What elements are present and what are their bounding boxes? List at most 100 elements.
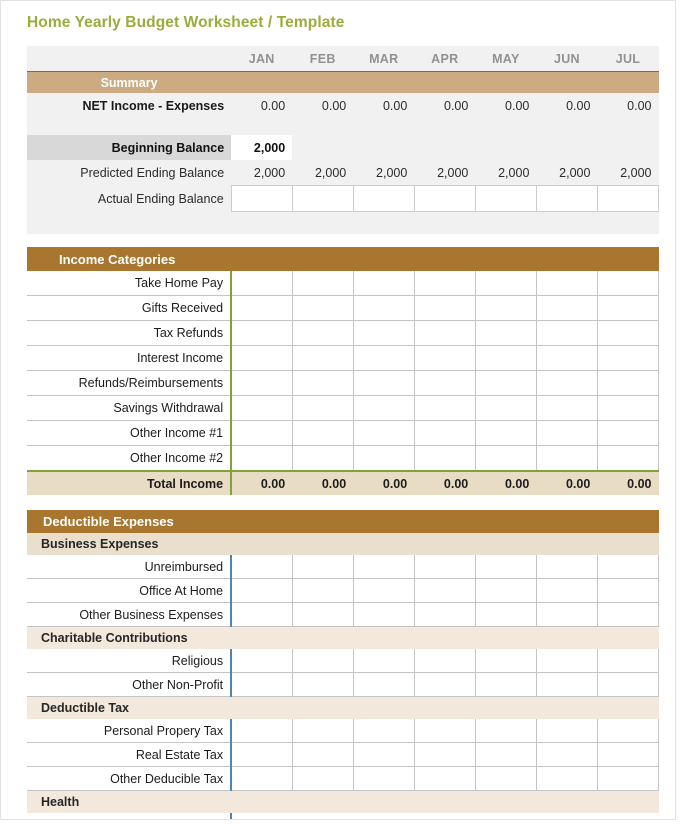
deductible-cell-office-at-home-apr[interactable] (414, 578, 476, 603)
income-cell-savings-withdrawal-feb[interactable] (292, 395, 354, 421)
income-cell-other-income-1-jun[interactable] (536, 420, 598, 446)
deductible-cell-other-non-profit-feb[interactable] (292, 672, 354, 697)
deductible-cell-personal-propery-tax-may[interactable] (475, 719, 537, 743)
income-cell-take-home-pay-jan[interactable] (231, 271, 293, 296)
actual-ending-balance-mar-input[interactable] (352, 185, 415, 212)
income-cell-savings-withdrawal-jul[interactable] (597, 395, 660, 421)
income-cell-savings-withdrawal-jan[interactable] (231, 395, 293, 421)
income-cell-gifts-received-jul[interactable] (597, 295, 660, 321)
deductible-cell-other-non-profit-may[interactable] (475, 672, 537, 697)
income-cell-other-income-1-jan[interactable] (231, 420, 293, 446)
deductible-cell-other-deducible-tax-jul[interactable] (597, 766, 660, 791)
deductible-cell-unreimbursed-jan[interactable] (231, 555, 293, 579)
deductible-cell-personal-propery-tax-jun[interactable] (536, 719, 598, 743)
income-cell-interest-income-jan[interactable] (231, 345, 293, 371)
income-cell-refunds-reimbursements-jun[interactable] (536, 370, 598, 396)
income-cell-refunds-reimbursements-apr[interactable] (414, 370, 476, 396)
income-cell-tax-refunds-may[interactable] (475, 320, 537, 346)
income-cell-refunds-reimbursements-jan[interactable] (231, 370, 293, 396)
deductible-cell-religious-jul[interactable] (597, 649, 660, 673)
income-cell-take-home-pay-may[interactable] (475, 271, 537, 296)
deductible-cell-real-estate-tax-may[interactable] (475, 742, 537, 767)
actual-ending-balance-may-input[interactable] (474, 185, 537, 212)
deductible-cell-other-business-expenses-mar[interactable] (353, 602, 415, 627)
deductible-cell-other-non-profit-apr[interactable] (414, 672, 476, 697)
deductible-cell-other-business-expenses-jul[interactable] (597, 602, 660, 627)
income-cell-tax-refunds-mar[interactable] (353, 320, 415, 346)
deductible-cell-personal-propery-tax-mar[interactable] (353, 719, 415, 743)
deductible-cell-other-business-expenses-jan[interactable] (231, 602, 293, 627)
deductible-cell-unreimbursed-may[interactable] (475, 555, 537, 579)
deductible-cell-unreimbursed-mar[interactable] (353, 555, 415, 579)
deductible-cell-religious-mar[interactable] (353, 649, 415, 673)
deductible-cell-unreimbursed-feb[interactable] (292, 555, 354, 579)
deductible-cell-other-deducible-tax-jan[interactable] (231, 766, 293, 791)
income-cell-savings-withdrawal-mar[interactable] (353, 395, 415, 421)
income-cell-savings-withdrawal-jun[interactable] (536, 395, 598, 421)
deductible-cell-office-at-home-may[interactable] (475, 578, 537, 603)
deductible-cell-other-business-expenses-apr[interactable] (414, 602, 476, 627)
income-cell-interest-income-apr[interactable] (414, 345, 476, 371)
deductible-cell-office-at-home-jun[interactable] (536, 578, 598, 603)
income-cell-other-income-1-may[interactable] (475, 420, 537, 446)
income-cell-gifts-received-jun[interactable] (536, 295, 598, 321)
income-cell-other-income-2-may[interactable] (475, 445, 537, 472)
income-cell-take-home-pay-jun[interactable] (536, 271, 598, 296)
income-cell-other-income-2-jul[interactable] (597, 445, 660, 472)
income-cell-gifts-received-may[interactable] (475, 295, 537, 321)
income-cell-interest-income-mar[interactable] (353, 345, 415, 371)
deductible-cell-other-deducible-tax-mar[interactable] (353, 766, 415, 791)
deductible-cell-personal-propery-tax-feb[interactable] (292, 719, 354, 743)
actual-ending-balance-jun-input[interactable] (535, 185, 598, 212)
income-cell-savings-withdrawal-may[interactable] (475, 395, 537, 421)
income-cell-refunds-reimbursements-mar[interactable] (353, 370, 415, 396)
deductible-cell-personal-propery-tax-jan[interactable] (231, 719, 293, 743)
deductible-cell-other-non-profit-mar[interactable] (353, 672, 415, 697)
income-cell-refunds-reimbursements-jul[interactable] (597, 370, 660, 396)
income-cell-tax-refunds-jul[interactable] (597, 320, 660, 346)
income-cell-gifts-received-jan[interactable] (231, 295, 293, 321)
income-cell-interest-income-jun[interactable] (536, 345, 598, 371)
deductible-cell-religious-apr[interactable] (414, 649, 476, 673)
income-cell-refunds-reimbursements-may[interactable] (475, 370, 537, 396)
deductible-cell-religious-jun[interactable] (536, 649, 598, 673)
income-cell-refunds-reimbursements-feb[interactable] (292, 370, 354, 396)
beginning-balance-jan-input[interactable]: 2,000 (231, 135, 293, 160)
income-cell-tax-refunds-jun[interactable] (536, 320, 598, 346)
deductible-cell-other-business-expenses-may[interactable] (475, 602, 537, 627)
deductible-cell-religious-feb[interactable] (292, 649, 354, 673)
income-cell-other-income-2-feb[interactable] (292, 445, 354, 472)
income-cell-take-home-pay-mar[interactable] (353, 271, 415, 296)
income-cell-gifts-received-feb[interactable] (292, 295, 354, 321)
income-cell-other-income-2-apr[interactable] (414, 445, 476, 472)
income-cell-other-income-1-apr[interactable] (414, 420, 476, 446)
income-cell-interest-income-may[interactable] (475, 345, 537, 371)
income-cell-savings-withdrawal-apr[interactable] (414, 395, 476, 421)
deductible-cell-personal-propery-tax-apr[interactable] (414, 719, 476, 743)
income-cell-other-income-1-mar[interactable] (353, 420, 415, 446)
actual-ending-balance-apr-input[interactable] (413, 185, 476, 212)
deductible-cell-religious-may[interactable] (475, 649, 537, 673)
income-cell-other-income-1-feb[interactable] (292, 420, 354, 446)
actual-ending-balance-jan-input[interactable] (230, 185, 293, 212)
income-cell-other-income-1-jul[interactable] (597, 420, 660, 446)
deductible-cell-other-non-profit-jan[interactable] (231, 672, 293, 697)
deductible-cell-office-at-home-jan[interactable] (231, 578, 293, 603)
deductible-cell-other-business-expenses-feb[interactable] (292, 602, 354, 627)
deductible-cell-religious-jan[interactable] (231, 649, 293, 673)
deductible-cell-real-estate-tax-apr[interactable] (414, 742, 476, 767)
actual-ending-balance-jul-input[interactable] (596, 185, 660, 212)
deductible-cell-unreimbursed-jul[interactable] (597, 555, 660, 579)
income-cell-gifts-received-apr[interactable] (414, 295, 476, 321)
deductible-cell-office-at-home-feb[interactable] (292, 578, 354, 603)
deductible-cell-real-estate-tax-jan[interactable] (231, 742, 293, 767)
income-cell-tax-refunds-feb[interactable] (292, 320, 354, 346)
deductible-cell-real-estate-tax-jul[interactable] (597, 742, 660, 767)
income-cell-take-home-pay-feb[interactable] (292, 271, 354, 296)
actual-ending-balance-feb-input[interactable] (291, 185, 354, 212)
deductible-cell-other-business-expenses-jun[interactable] (536, 602, 598, 627)
income-cell-tax-refunds-jan[interactable] (231, 320, 293, 346)
deductible-cell-real-estate-tax-mar[interactable] (353, 742, 415, 767)
deductible-cell-other-deducible-tax-may[interactable] (475, 766, 537, 791)
income-cell-interest-income-jul[interactable] (597, 345, 660, 371)
